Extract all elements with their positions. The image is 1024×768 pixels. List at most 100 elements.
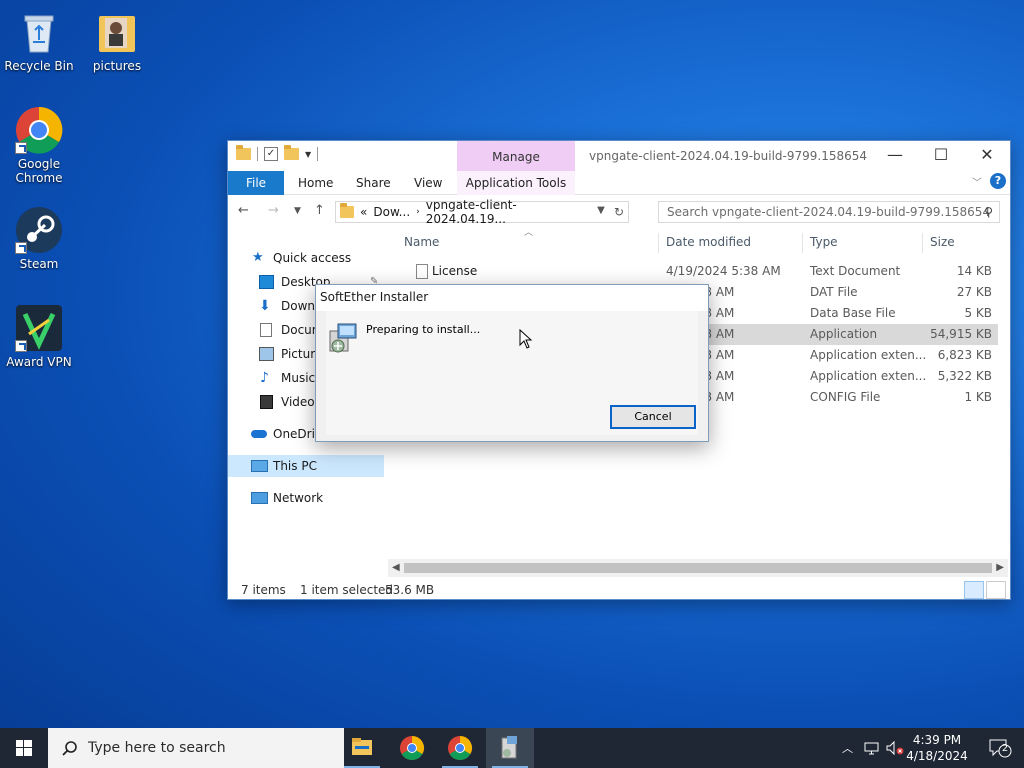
back-arrow-icon[interactable]: ←	[238, 203, 249, 218]
column-header-type[interactable]: Type	[810, 231, 838, 253]
breadcrumb-parent[interactable]: Dow...	[373, 205, 410, 219]
nav-label: Quick access	[273, 251, 352, 265]
file-row[interactable]: License 4/19/2024 5:38 AM Text Document …	[398, 261, 998, 282]
forward-arrow-icon[interactable]: →	[268, 203, 279, 218]
tab-file[interactable]: File	[228, 171, 284, 195]
cancel-button[interactable]: Cancel	[610, 405, 696, 429]
document-icon	[260, 323, 272, 337]
download-icon: ⬇	[259, 298, 271, 314]
desktop-icon-google-chrome[interactable]: Google Chrome	[0, 106, 78, 185]
network-icon[interactable]	[864, 740, 880, 756]
tab-view[interactable]: View	[414, 171, 442, 195]
taskbar-file-explorer[interactable]	[338, 728, 386, 768]
recent-locations-icon[interactable]: ▼	[294, 206, 301, 216]
new-folder-icon[interactable]	[284, 145, 299, 160]
column-divider[interactable]	[802, 233, 803, 253]
search-input[interactable]: Search vpngate-client-2024.04.19-build-9…	[658, 201, 1000, 223]
file-type: CONFIG File	[810, 390, 881, 404]
status-bar: 7 items 1 item selected 53.6 MB	[228, 579, 1010, 601]
steam-icon	[15, 206, 63, 254]
dialog-message: Preparing to install...	[366, 323, 481, 336]
sort-ascending-icon: ︿	[524, 228, 534, 238]
column-divider[interactable]	[922, 233, 923, 253]
nav-label: This PC	[273, 459, 317, 473]
system-clock[interactable]: 4:39 PM 4/18/2024	[902, 732, 972, 764]
nav-label: Music	[281, 371, 316, 385]
refresh-icon[interactable]: ↻	[610, 205, 628, 219]
nav-item-this-pc[interactable]: This PC	[228, 455, 384, 477]
recycle-bin-icon	[15, 8, 63, 56]
large-icons-view-button[interactable]	[986, 581, 1006, 599]
desktop-icon-label: Award VPN	[6, 355, 72, 369]
expand-ribbon-icon[interactable]: ﹀	[972, 174, 982, 189]
windows-logo-icon	[16, 740, 32, 756]
column-divider[interactable]	[658, 233, 659, 253]
maximize-button[interactable]: ☐	[918, 141, 964, 171]
star-icon: ★	[252, 250, 264, 265]
search-placeholder: Search vpngate-client-2024.04.19-build-9…	[667, 205, 991, 219]
notifications-button[interactable]: 2	[988, 738, 1012, 758]
item-count: 7 items	[241, 583, 286, 597]
title-bar[interactable]: ✓ ▼ Manage vpngate-client-2024.04.19-bui…	[228, 141, 1010, 171]
details-view-button[interactable]	[964, 581, 984, 599]
close-button[interactable]: ✕	[964, 141, 1010, 171]
column-header-size[interactable]: Size	[930, 231, 955, 253]
chrome-icon	[448, 736, 473, 761]
quick-access-toolbar: ✓ ▼	[236, 145, 319, 161]
address-dropdown-icon[interactable]: ▼	[592, 205, 610, 219]
horizontal-scrollbar[interactable]: ◀ ▶	[388, 559, 1008, 577]
up-arrow-icon[interactable]: ↑	[314, 203, 325, 218]
breadcrumb-current[interactable]: vpngate-client-2024.04.19...	[426, 198, 586, 226]
music-icon: ♪	[260, 370, 269, 386]
search-icon: ⚲	[984, 205, 993, 219]
clock-date: 4/18/2024	[906, 749, 968, 763]
tab-share[interactable]: Share	[356, 171, 391, 195]
address-overflow[interactable]: «	[360, 205, 367, 219]
address-bar[interactable]: « Dow... › vpngate-client-2024.04.19... …	[335, 198, 629, 226]
notification-count: 2	[1001, 743, 1009, 754]
file-type: Application exten...	[810, 348, 927, 362]
column-header-date[interactable]: Date modified	[666, 231, 751, 253]
separator	[257, 147, 258, 161]
scroll-right-icon[interactable]: ▶	[996, 559, 1004, 577]
dialog-title: SoftEther Installer	[316, 285, 708, 311]
customize-dropdown-icon[interactable]: ▼	[305, 150, 311, 159]
selection-count: 1 item selected	[300, 583, 394, 597]
installer-icon	[501, 736, 517, 759]
taskbar-chrome-1[interactable]	[388, 728, 436, 768]
shortcut-arrow-icon	[15, 142, 27, 154]
show-hidden-icons-icon[interactable]: ︿	[842, 740, 853, 756]
help-icon[interactable]: ?	[990, 173, 1006, 189]
desktop-icon-label: pictures	[92, 59, 142, 73]
file-type: Text Document	[810, 264, 901, 278]
navigation-bar: ← → ▼ ↑ « Dow... › vpngate-client-2024.0…	[228, 197, 1010, 226]
view-toggle	[964, 581, 1006, 599]
tab-home[interactable]: Home	[298, 171, 333, 195]
nav-label: Network	[273, 491, 324, 505]
taskbar-search-placeholder: Type here to search	[88, 740, 226, 756]
desktop-icon-steam[interactable]: Steam	[0, 206, 78, 271]
desktop-icon-award-vpn[interactable]: Award VPN	[0, 304, 78, 369]
pictures-icon	[259, 347, 274, 361]
taskbar-softether-installer[interactable]	[486, 728, 534, 768]
start-button[interactable]	[0, 728, 48, 768]
tab-manage[interactable]: Manage	[457, 141, 575, 171]
scroll-left-icon[interactable]: ◀	[392, 559, 400, 577]
scroll-thumb[interactable]	[404, 563, 992, 573]
minimize-button[interactable]: —	[872, 141, 918, 171]
properties-icon[interactable]: ✓	[264, 147, 278, 161]
column-header-name[interactable]: Name	[404, 231, 439, 253]
taskbar-chrome-2[interactable]	[436, 728, 484, 768]
desktop-icon-recycle-bin[interactable]: Recycle Bin	[0, 8, 78, 73]
nav-item-network[interactable]: Network	[228, 487, 384, 509]
nav-item-quick-access[interactable]: ★ Quick access	[228, 247, 384, 269]
tab-application-tools[interactable]: Application Tools	[457, 171, 575, 195]
folder-icon	[93, 8, 141, 56]
taskbar-search-input[interactable]: Type here to search	[48, 728, 344, 768]
desktop-icon-pictures[interactable]: pictures	[78, 8, 156, 73]
file-size: 5 KB	[964, 306, 992, 320]
chrome-icon	[400, 736, 425, 761]
desktop-icon-label: Google Chrome	[15, 157, 63, 185]
file-type: Application	[810, 327, 878, 341]
videos-icon	[260, 395, 273, 409]
